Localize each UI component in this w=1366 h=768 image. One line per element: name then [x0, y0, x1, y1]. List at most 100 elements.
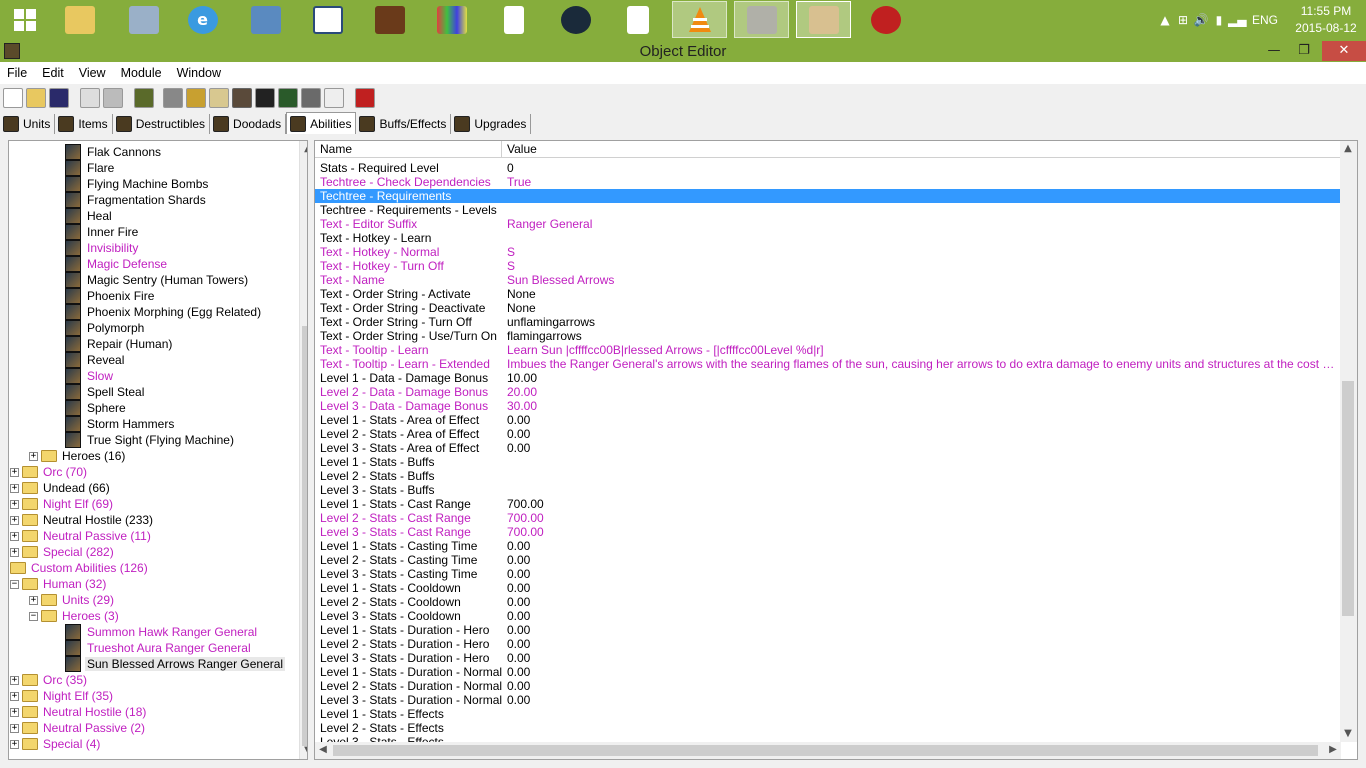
field-value[interactable]: 0.00	[502, 595, 1340, 609]
expand-icon[interactable]: +	[10, 691, 19, 701]
field-value[interactable]: 0.00	[502, 679, 1340, 693]
field-value[interactable]: 700.00	[502, 497, 1340, 511]
field-value[interactable]: S	[502, 245, 1340, 259]
taskbar-control-panel[interactable]	[238, 1, 293, 38]
tree-item[interactable]: Heal	[65, 208, 114, 224]
grid-row[interactable]: Level 3 - Data - Damage Bonus 30.00	[315, 399, 1341, 413]
tree-item[interactable]: Fragmentation Shards	[65, 192, 208, 208]
tree-item[interactable]: − Heroes (3)	[29, 608, 121, 624]
field-value[interactable]: 0.00	[502, 427, 1340, 441]
menu-window[interactable]: Window	[170, 66, 229, 80]
grid-row[interactable]: Level 2 - Stats - Cooldown 0.00	[315, 595, 1341, 609]
grid-row[interactable]: Text - Hotkey - Turn Off S	[315, 259, 1341, 273]
tree-item[interactable]: + Orc (35)	[10, 672, 89, 688]
menu-view[interactable]: View	[72, 66, 114, 80]
grid-row[interactable]: Level 1 - Stats - Effects	[315, 707, 1341, 721]
grid-row[interactable]: Level 2 - Stats - Area of Effect 0.00	[315, 427, 1341, 441]
taskbar-vlc[interactable]	[672, 1, 727, 38]
tree-item[interactable]: + Units (29)	[29, 592, 116, 608]
grid-row[interactable]: Level 3 - Stats - Duration - Normal 0.00	[315, 693, 1341, 707]
grid-row[interactable]: Text - Hotkey - Learn	[315, 231, 1341, 245]
grid-row[interactable]: Level 2 - Stats - Buffs	[315, 469, 1341, 483]
expand-icon[interactable]: +	[10, 499, 19, 509]
tree-item[interactable]: Sun Blessed Arrows Ranger General	[65, 656, 286, 672]
grid-hscroll-thumb[interactable]	[333, 745, 1318, 756]
tab-doodads[interactable]: Doodads	[210, 114, 287, 134]
grid-row[interactable]: Level 3 - Stats - Casting Time 0.00	[315, 567, 1341, 581]
grid-row[interactable]: Level 2 - Stats - Cast Range 700.00	[315, 511, 1341, 525]
tree-item[interactable]: Sphere	[65, 400, 128, 416]
menu-edit[interactable]: Edit	[35, 66, 72, 80]
scroll-up-icon[interactable]: ▲	[1340, 141, 1356, 157]
taskbar-file-explorer[interactable]	[52, 1, 107, 38]
field-value[interactable]: Sun Blessed Arrows	[502, 273, 1340, 287]
field-value[interactable]: S	[502, 259, 1340, 273]
tab-items[interactable]: Items	[55, 114, 113, 134]
menu-module[interactable]: Module	[114, 66, 170, 80]
field-value[interactable]: 30.00	[502, 399, 1340, 413]
field-value[interactable]: Learn Sun |cffffcc00B|rlessed Arrows - […	[502, 343, 1340, 357]
field-value[interactable]: flamingarrows	[502, 329, 1340, 343]
field-value[interactable]: unflamingarrows	[502, 315, 1340, 329]
expand-icon[interactable]: +	[29, 595, 38, 605]
tree-item[interactable]: + Undead (66)	[10, 480, 112, 496]
tree-item[interactable]: Slow	[65, 368, 115, 384]
grid-row[interactable]: Level 1 - Stats - Duration - Normal 0.00	[315, 665, 1341, 679]
close-button[interactable]: ✕	[1322, 41, 1366, 61]
field-value[interactable]: 10.00	[502, 371, 1340, 385]
grid-row[interactable]: Level 2 - Data - Damage Bonus 20.00	[315, 385, 1341, 399]
column-header-name[interactable]: Name	[315, 141, 502, 158]
expand-icon[interactable]: +	[10, 675, 19, 685]
tab-upgrades[interactable]: Upgrades	[451, 114, 532, 134]
taskbar-document-app[interactable]	[486, 1, 541, 38]
expand-icon[interactable]: +	[10, 723, 19, 733]
grid-scroll-thumb[interactable]	[1342, 381, 1354, 616]
minimize-button[interactable]: —	[1260, 41, 1288, 61]
copy-icon[interactable]	[80, 88, 100, 108]
field-value[interactable]: 0.00	[502, 581, 1340, 595]
grid-horizontal-scrollbar[interactable]: ◀ ▶	[315, 742, 1341, 759]
scroll-down-icon[interactable]: ▼	[1340, 726, 1356, 742]
field-value[interactable]: 0.00	[502, 441, 1340, 455]
grid-row[interactable]: Level 1 - Stats - Area of Effect 0.00	[315, 413, 1341, 427]
taskbar-emblem-app[interactable]	[548, 1, 603, 38]
field-value[interactable]: 0	[502, 161, 1340, 175]
collapse-icon[interactable]: −	[29, 611, 38, 621]
tree-item[interactable]: Flying Machine Bombs	[65, 176, 210, 192]
field-value[interactable]: 0.00	[502, 651, 1340, 665]
taskbar-monitor[interactable]	[116, 1, 171, 38]
field-value[interactable]: Imbues the Ranger General's arrows with …	[502, 357, 1340, 371]
grid-row[interactable]: Text - Editor Suffix Ranger General	[315, 217, 1341, 231]
tree-item[interactable]: Inner Fire	[65, 224, 140, 240]
campaign-editor-icon[interactable]	[255, 88, 275, 108]
tray-overflow-chevron-icon[interactable]: ▲	[1156, 13, 1174, 27]
sound-editor-icon[interactable]	[209, 88, 229, 108]
grid-row[interactable]: Level 3 - Stats - Cast Range 700.00	[315, 525, 1341, 539]
grid-row[interactable]: Text - Tooltip - Learn Learn Sun |cffffcc…	[315, 343, 1341, 357]
tree-item[interactable]: + Night Elf (69)	[10, 496, 115, 512]
grid-row[interactable]: Level 3 - Stats - Buffs	[315, 483, 1341, 497]
grid-row[interactable]: Level 3 - Stats - Cooldown 0.00	[315, 609, 1341, 623]
grid-row[interactable]: Text - Order String - Activate None	[315, 287, 1341, 301]
tab-destructibles[interactable]: Destructibles	[112, 114, 211, 134]
grid-row[interactable]: Text - Hotkey - Normal S	[315, 245, 1341, 259]
tree-item[interactable]: Phoenix Morphing (Egg Related)	[65, 304, 263, 320]
grid-vertical-scrollbar[interactable]: ▲ ▼	[1340, 141, 1357, 742]
field-value[interactable]: True	[502, 175, 1340, 189]
scroll-right-icon[interactable]: ▶	[1325, 742, 1341, 758]
clock[interactable]: 11:55 PM 2015-08-12	[1286, 3, 1366, 37]
language-indicator[interactable]: ENG	[1252, 13, 1278, 27]
expand-icon[interactable]: +	[10, 739, 19, 749]
grid-row[interactable]: Level 1 - Stats - Buffs	[315, 455, 1341, 469]
volume-icon[interactable]: 🔊	[1192, 13, 1210, 27]
field-value[interactable]: 0.00	[502, 413, 1340, 427]
tree-item[interactable]: Spell Steal	[65, 384, 146, 400]
expand-icon[interactable]: +	[29, 451, 38, 461]
taskbar-red-app[interactable]	[858, 1, 913, 38]
trigger-editor-icon[interactable]	[163, 88, 183, 108]
taskbar-palette-app[interactable]	[424, 1, 479, 38]
ai-editor-icon[interactable]	[186, 88, 206, 108]
tree-item[interactable]: + Night Elf (35)	[10, 688, 115, 704]
field-value[interactable]	[502, 203, 1340, 217]
tree-item[interactable]: + Heroes (16)	[29, 448, 127, 464]
